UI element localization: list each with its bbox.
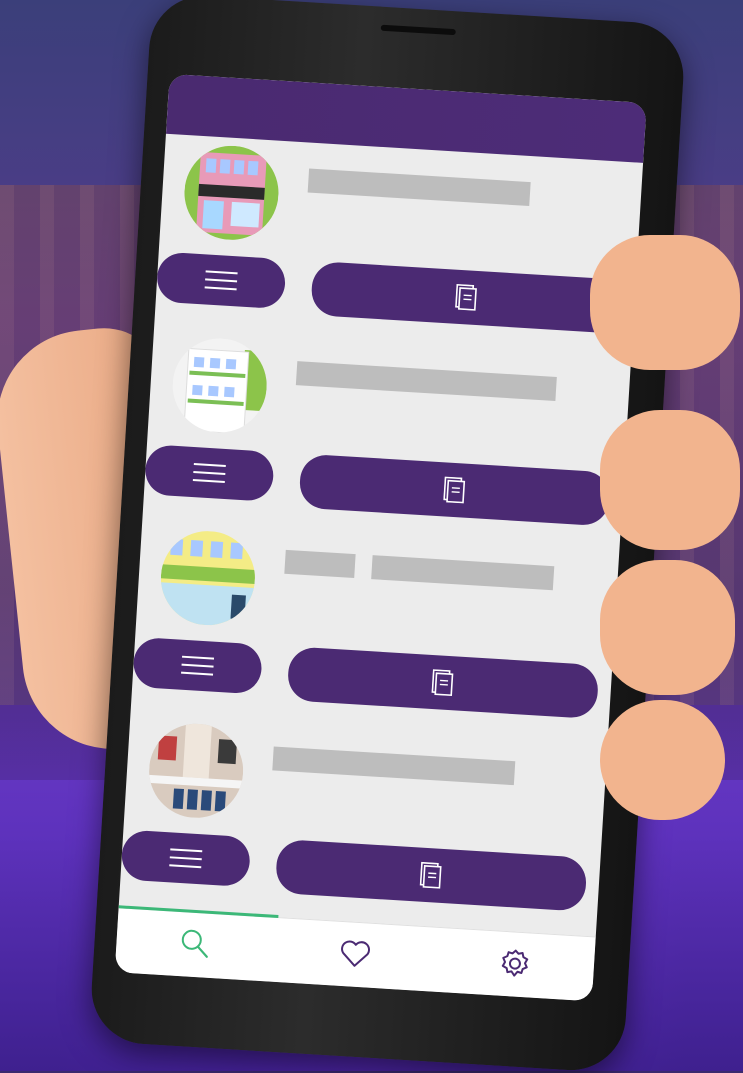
document-icon	[419, 862, 443, 889]
hand-finger	[600, 560, 735, 695]
document-icon	[443, 476, 467, 503]
hamburger-menu-icon	[205, 270, 238, 290]
menu-button[interactable]	[156, 252, 287, 310]
white-apartment-building-image	[170, 336, 270, 436]
title-placeholder	[371, 555, 554, 590]
cafe-storefront-image	[182, 143, 282, 243]
title-placeholder	[296, 361, 557, 401]
smartphone	[88, 0, 686, 1073]
tag-placeholder	[284, 550, 355, 578]
document-icon	[455, 284, 479, 311]
menu-button[interactable]	[132, 637, 263, 695]
menu-button[interactable]	[120, 829, 251, 887]
phone-speaker	[381, 25, 456, 36]
details-button[interactable]	[298, 454, 611, 527]
hamburger-menu-icon	[169, 848, 202, 868]
yellow-shopfront-image	[158, 528, 258, 628]
hamburger-menu-icon	[181, 656, 214, 676]
app-screen	[115, 74, 647, 1002]
search-icon[interactable]	[178, 926, 214, 962]
hamburger-menu-icon	[193, 463, 226, 483]
details-button[interactable]	[287, 646, 600, 719]
title-placeholder	[272, 746, 515, 785]
list-item	[119, 712, 608, 931]
title-placeholder	[308, 169, 531, 207]
list-item	[131, 519, 620, 738]
details-button[interactable]	[310, 261, 623, 334]
document-icon	[431, 669, 455, 696]
settings-gear-icon[interactable]	[497, 946, 533, 982]
list-item	[143, 326, 632, 545]
heart-icon[interactable]	[337, 936, 373, 972]
cinema-building-image	[146, 721, 246, 821]
hand-finger	[600, 410, 740, 550]
list-item	[154, 134, 643, 353]
hand-finger	[600, 700, 725, 820]
details-button[interactable]	[275, 839, 588, 912]
menu-button[interactable]	[144, 444, 275, 502]
hand-finger	[590, 235, 740, 370]
